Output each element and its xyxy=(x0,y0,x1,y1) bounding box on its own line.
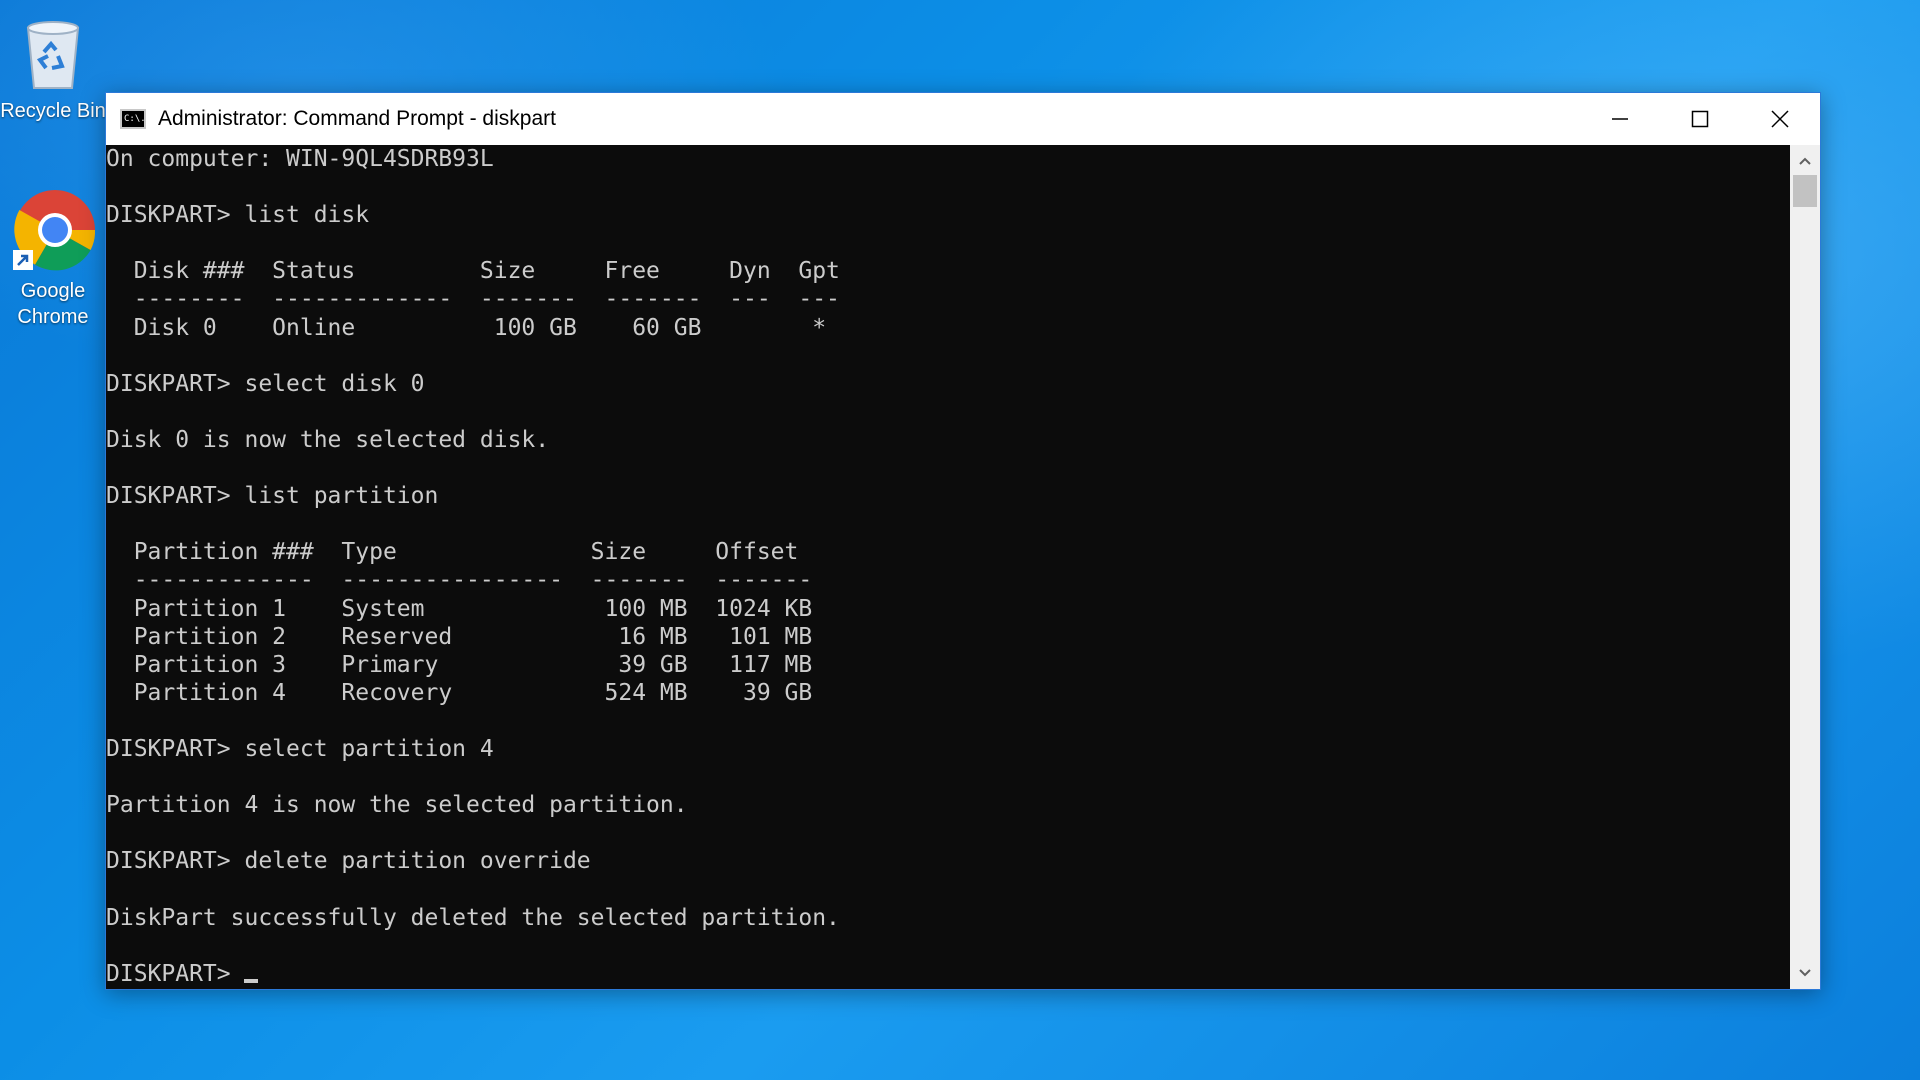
console-line: -------- ------------- ------- ------- -… xyxy=(106,286,840,313)
scroll-thumb[interactable] xyxy=(1793,175,1817,207)
console-line: Disk 0 is now the selected disk. xyxy=(106,426,550,453)
console-line: DISKPART> select disk 0 xyxy=(106,370,425,397)
window-controls xyxy=(1580,93,1820,145)
recycle-bin-label: Recycle Bin xyxy=(0,100,106,122)
chrome-label: Google Chrome xyxy=(17,280,89,328)
scroll-up-button[interactable] xyxy=(1790,147,1820,175)
console-line: Partition 2 Reserved 16 MB 101 MB xyxy=(106,623,813,650)
console-line: DISKPART> list partition xyxy=(106,483,439,510)
text-cursor xyxy=(244,978,259,983)
console-line: Partition 3 Primary 39 GB 117 MB xyxy=(106,651,813,678)
close-button[interactable] xyxy=(1740,93,1820,145)
maximize-icon xyxy=(1691,110,1709,128)
console-line: DISKPART> list disk xyxy=(106,202,370,229)
window-title: Administrator: Command Prompt - diskpart xyxy=(158,107,556,130)
chevron-down-icon xyxy=(1799,969,1811,977)
console-line: ------------- ---------------- ------- -… xyxy=(106,567,813,594)
minimize-icon xyxy=(1612,118,1628,120)
console-line: On computer: WIN-9QL4SDRB93L xyxy=(106,146,494,172)
console-line: Partition 4 is now the selected partitio… xyxy=(106,792,688,819)
scroll-down-button[interactable] xyxy=(1790,959,1820,987)
window-titlebar[interactable]: C:\. Administrator: Command Prompt - dis… xyxy=(106,93,1820,145)
console-line: Partition 1 System 100 MB 1024 KB xyxy=(106,595,813,622)
console-line: DiskPart successfully deleted the select… xyxy=(106,904,840,931)
chrome-icon xyxy=(13,190,95,271)
minimize-button[interactable] xyxy=(1580,93,1660,145)
maximize-button[interactable] xyxy=(1660,93,1740,145)
vertical-scrollbar[interactable] xyxy=(1790,145,1820,989)
chevron-up-icon xyxy=(1799,157,1811,165)
console-text: On computer: WIN-9QL4SDRB93L DISKPART> li… xyxy=(106,145,1790,988)
console-line: Disk 0 Online 100 GB 60 GB * xyxy=(106,314,827,341)
console-output[interactable]: On computer: WIN-9QL4SDRB93L DISKPART> li… xyxy=(106,145,1790,989)
command-prompt-window: C:\. Administrator: Command Prompt - dis… xyxy=(105,92,1821,990)
chrome-shortcut[interactable]: Google Chrome xyxy=(0,188,106,330)
console-line: Disk ### Status Size Free Dyn Gpt xyxy=(106,258,840,285)
console-line: Partition ### Type Size Offset xyxy=(106,539,799,566)
recycle-bin-shortcut[interactable]: Recycle Bin xyxy=(0,14,106,124)
console-prompt: DISKPART> xyxy=(106,960,245,987)
console-line: Partition 4 Recovery 524 MB 39 GB xyxy=(106,679,813,706)
console-line: DISKPART> delete partition override xyxy=(106,848,591,875)
cmd-icon: C:\. xyxy=(120,109,146,129)
recycle-bin-icon xyxy=(26,21,80,89)
close-icon xyxy=(1771,110,1789,128)
console-prompt-line: DISKPART> xyxy=(106,960,1790,988)
console-line: DISKPART> select partition 4 xyxy=(106,735,494,762)
